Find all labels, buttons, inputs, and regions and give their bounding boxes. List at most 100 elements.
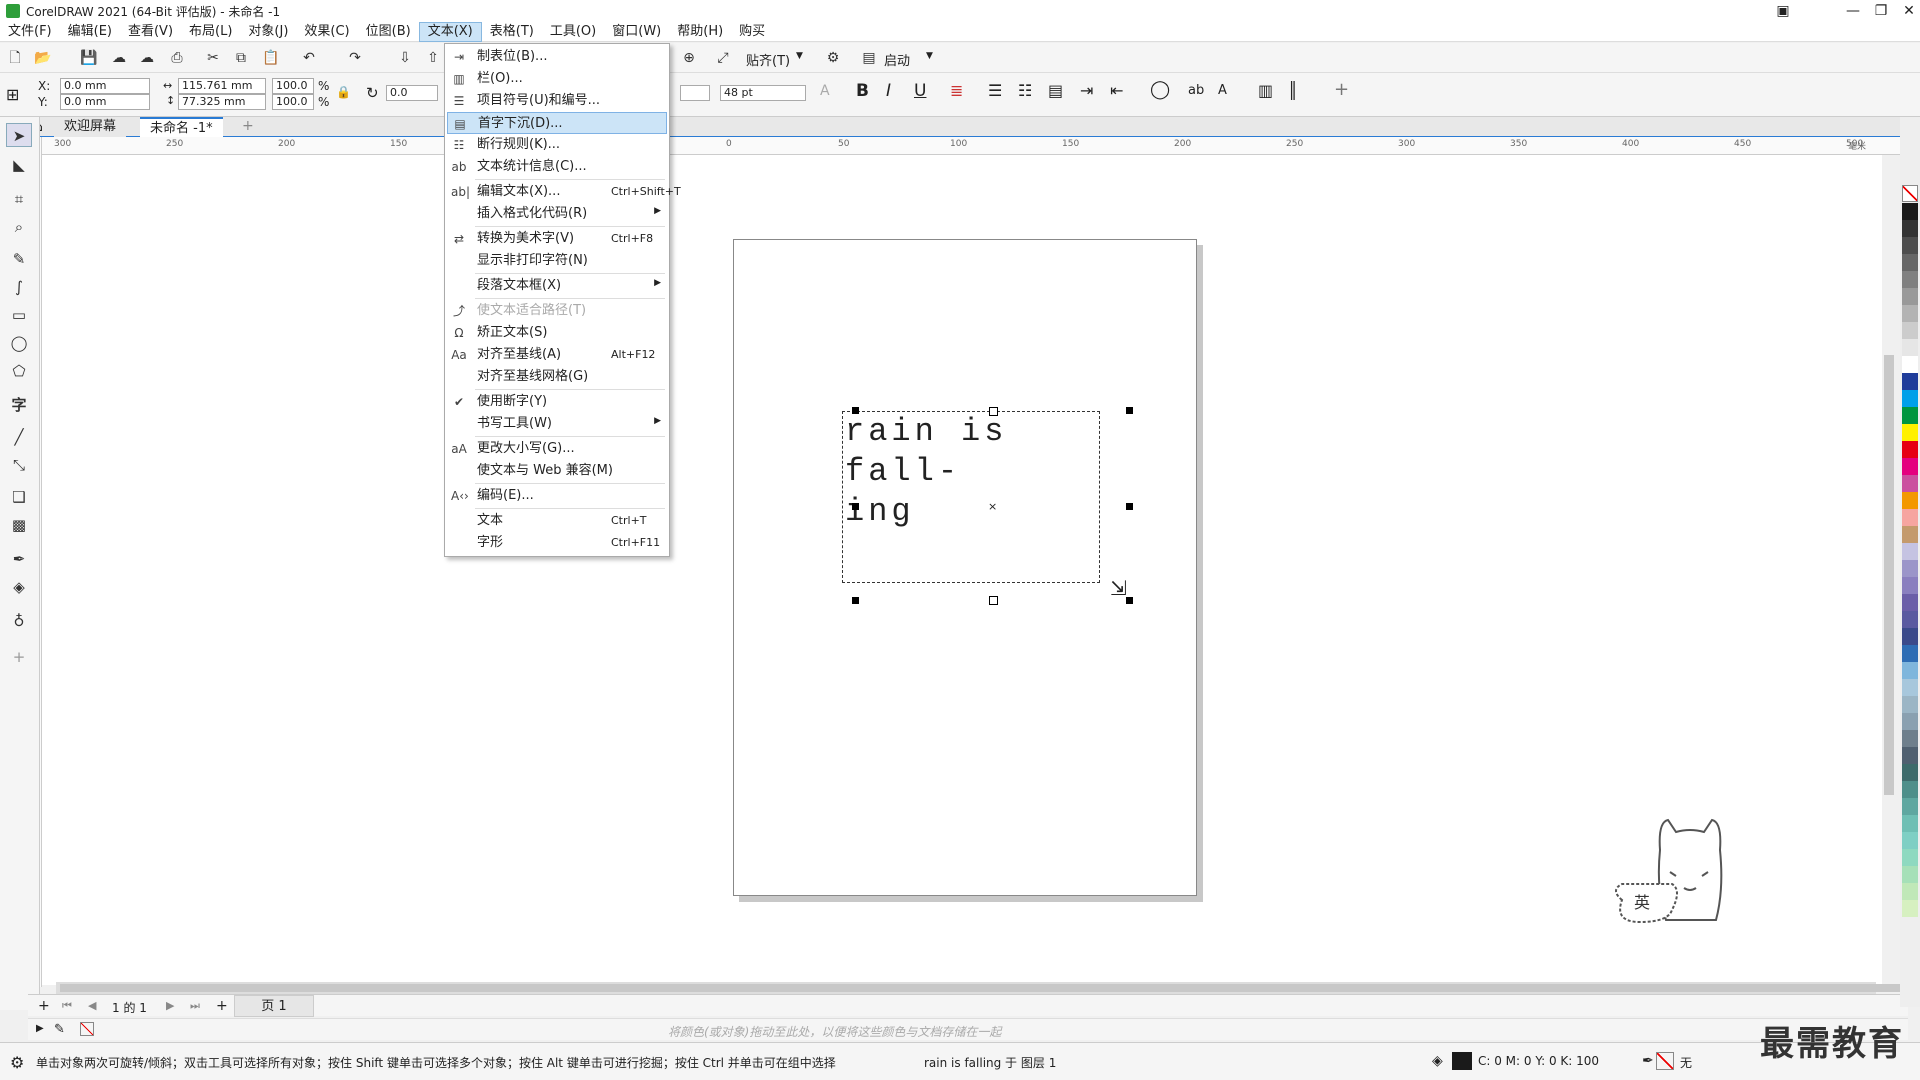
text-menu-item[interactable]: ✔ 使用断字(Y): [447, 391, 667, 413]
menu-item[interactable]: 工具(O): [542, 22, 604, 42]
selection-handle[interactable]: [989, 407, 998, 416]
selection-handle[interactable]: [1126, 503, 1133, 510]
color-swatch[interactable]: [1902, 611, 1918, 628]
color-swatch[interactable]: [1902, 832, 1918, 849]
selection-handle[interactable]: [1126, 597, 1133, 604]
expand-icon[interactable]: ▶: [36, 1023, 44, 1034]
vertical-scroll-thumb[interactable]: [1884, 355, 1894, 795]
tab-welcome[interactable]: 欢迎屏幕: [54, 117, 127, 137]
settings-gear-icon[interactable]: ⚙: [10, 1053, 24, 1072]
snap-to-dropdown[interactable]: 贴齐(T): [746, 50, 790, 69]
undo-icon[interactable]: ↶: [300, 49, 318, 67]
drop-shadow-icon[interactable]: ❑: [6, 485, 32, 509]
import-icon[interactable]: ⇩: [396, 49, 414, 67]
color-swatch[interactable]: [1902, 390, 1918, 407]
color-swatch[interactable]: [1902, 577, 1918, 594]
menu-item[interactable]: 查看(V): [120, 22, 181, 42]
tab-document[interactable]: 未命名 -1*: [140, 117, 223, 137]
no-color-swatch[interactable]: [80, 1022, 94, 1036]
color-swatch[interactable]: [1902, 730, 1918, 747]
pick-tool-icon[interactable]: ➤: [6, 123, 32, 147]
chevron-down-icon[interactable]: ▼: [796, 51, 803, 61]
color-swatch[interactable]: [1902, 798, 1918, 815]
paste-icon[interactable]: 📋: [262, 49, 280, 67]
color-swatch[interactable]: [1902, 237, 1918, 254]
color-swatch[interactable]: [1902, 594, 1918, 611]
menu-item[interactable]: 窗口(W): [604, 22, 669, 42]
fill-color-swatch[interactable]: [1452, 1052, 1472, 1070]
selection-handle[interactable]: [1126, 407, 1133, 414]
underline-icon[interactable]: U: [914, 81, 926, 101]
menu-item[interactable]: 效果(C): [296, 22, 357, 42]
bullet-list-icon[interactable]: ☰: [988, 81, 1002, 100]
menu-item[interactable]: 位图(B): [358, 22, 419, 42]
text-menu-item[interactable]: ⇄ 转换为美术字(V) Ctrl+F8: [447, 228, 667, 250]
color-swatch[interactable]: [1902, 509, 1918, 526]
color-swatch[interactable]: [1902, 475, 1918, 492]
text-menu-item[interactable]: 显示非打印字符(N): [447, 250, 667, 272]
color-swatch[interactable]: [1902, 764, 1918, 781]
color-swatch[interactable]: [1902, 747, 1918, 764]
color-swatch[interactable]: [1902, 815, 1918, 832]
color-swatch[interactable]: [1902, 322, 1918, 339]
zoom-tool-icon[interactable]: ⌕: [6, 215, 32, 239]
text-menu-item[interactable]: ☰ 项目符号(U)和编号...: [447, 90, 667, 112]
zoom-fit-icon[interactable]: ⊕: [680, 49, 698, 67]
crop-tool-icon[interactable]: ⌗: [6, 187, 32, 211]
rectangle-tool-icon[interactable]: ▭: [6, 303, 32, 327]
color-swatch[interactable]: [1902, 373, 1918, 390]
color-swatch[interactable]: [1902, 900, 1918, 917]
lock-ratio-icon[interactable]: 🔒: [336, 85, 351, 99]
vertical-scrollbar[interactable]: [1882, 155, 1896, 985]
next-page-icon[interactable]: ▶: [166, 999, 174, 1012]
color-swatch[interactable]: [1902, 696, 1918, 713]
add-page-icon[interactable]: +: [38, 998, 50, 1014]
menu-item[interactable]: 文本(X): [418, 21, 482, 42]
color-swatch[interactable]: [1902, 662, 1918, 679]
color-swatch[interactable]: [1902, 526, 1918, 543]
color-swatch[interactable]: [1902, 492, 1918, 509]
opentype-icon[interactable]: ◯: [1150, 79, 1170, 100]
color-swatch[interactable]: [1902, 424, 1918, 441]
color-swatch[interactable]: [1902, 458, 1918, 475]
interactive-fill-icon[interactable]: ◈: [6, 575, 32, 599]
color-swatch[interactable]: [1902, 560, 1918, 577]
selection-handle[interactable]: [852, 597, 859, 604]
selection-handle[interactable]: [989, 596, 998, 605]
text-menu-item[interactable]: ⇥ 制表位(B)...: [447, 46, 667, 68]
menu-item[interactable]: 布局(L): [181, 22, 240, 42]
text-menu-item[interactable]: ▥ 栏(O)...: [447, 68, 667, 90]
horizontal-scroll-thumb[interactable]: [60, 984, 1910, 992]
font-scale-icon[interactable]: A: [820, 83, 830, 99]
menu-item[interactable]: 对象(J): [240, 22, 296, 42]
no-color-swatch[interactable]: [1902, 185, 1918, 202]
indent-decrease-icon[interactable]: ⇤: [1110, 81, 1123, 100]
x-position-field[interactable]: 0.0 mm: [60, 78, 150, 94]
cloud-upload-icon[interactable]: ☁: [138, 49, 156, 67]
close-button[interactable]: ✕: [1892, 0, 1920, 22]
export-icon[interactable]: ⇧: [424, 49, 442, 67]
text-menu-item[interactable]: ☷ 断行规则(K)...: [447, 134, 667, 156]
color-swatch[interactable]: [1902, 203, 1918, 220]
text-menu-item[interactable]: ab 文本统计信息(C)...: [447, 156, 667, 178]
drop-cap-icon[interactable]: ▤: [1048, 81, 1063, 100]
save-icon[interactable]: 💾: [80, 49, 98, 67]
first-page-icon[interactable]: ⏮: [62, 999, 72, 1013]
eyedropper-icon[interactable]: ✒: [6, 547, 32, 571]
object-origin-icon[interactable]: ⊞: [6, 85, 19, 104]
add-tool-icon[interactable]: +: [6, 645, 32, 669]
text-menu-item[interactable]: A‹› 编码(E)...: [447, 485, 667, 507]
color-swatch[interactable]: [1902, 713, 1918, 730]
color-swatch[interactable]: [1902, 645, 1918, 662]
horizontal-ruler[interactable]: 3002502001501005005010015020025030035040…: [40, 137, 1900, 155]
text-menu-item[interactable]: 使文本与 Web 兼容(M): [447, 460, 667, 482]
color-swatch[interactable]: [1902, 271, 1918, 288]
text-tool-icon[interactable]: 字: [6, 393, 32, 417]
text-menu-item[interactable]: ab| 编辑文本(X)... Ctrl+Shift+T: [447, 181, 681, 203]
cloud-download-icon[interactable]: ☁: [110, 49, 128, 67]
outline-color-swatch[interactable]: [1656, 1052, 1674, 1070]
copy-icon[interactable]: ⧉: [232, 49, 250, 67]
selection-handle[interactable]: [852, 407, 859, 414]
menu-item[interactable]: 购买: [731, 22, 773, 42]
fill-bucket-icon[interactable]: ◈: [1432, 1053, 1443, 1069]
